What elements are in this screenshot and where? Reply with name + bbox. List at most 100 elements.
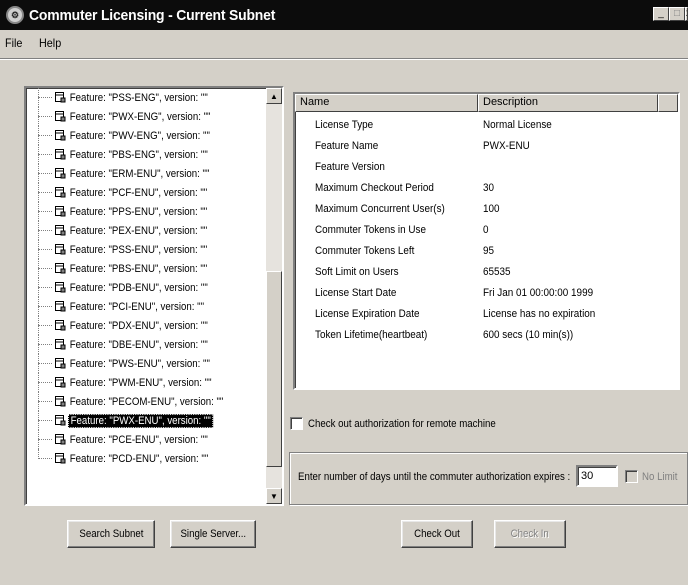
detail-value: 95 xyxy=(483,245,495,257)
detail-value: 0 xyxy=(483,224,489,236)
tree-item-label: Feature: "PCE-ENU", version: "" xyxy=(69,433,208,446)
detail-row[interactable]: Maximum Concurrent User(s) 100 xyxy=(295,200,675,221)
feature-icon xyxy=(54,148,66,160)
tree-item[interactable]: Feature: "ERM-ENU", version: "" xyxy=(26,164,266,183)
search-subnet-label: Search Subnet xyxy=(78,528,144,540)
check-in-label: Check In xyxy=(510,528,550,540)
tree-item[interactable]: Feature: "PBS-ENG", version: "" xyxy=(26,145,266,164)
detail-value: License has no expiration xyxy=(483,308,596,320)
detail-row[interactable]: Feature Name PWX-ENU xyxy=(295,137,675,158)
feature-icon xyxy=(54,281,66,293)
tree-item[interactable]: Feature: "PWX-ENU", version: "" xyxy=(26,411,266,430)
detail-value: 600 secs (10 min(s)) xyxy=(483,329,574,341)
feature-icon xyxy=(54,300,66,312)
feature-icon xyxy=(54,452,66,464)
no-limit-checkbox xyxy=(625,470,638,483)
expiry-days-label: Enter number of days until the commuter … xyxy=(298,471,571,483)
feature-icon xyxy=(54,129,66,141)
tree-item[interactable]: Feature: "PWM-ENU", version: "" xyxy=(26,373,266,392)
tree-item[interactable]: Feature: "PPS-ENU", version: "" xyxy=(26,202,266,221)
tree-item[interactable]: Feature: "PWS-ENU", version: "" xyxy=(26,354,266,373)
tree-item-label: Feature: "PSS-ENG", version: "" xyxy=(69,91,208,104)
detail-name: Token Lifetime(heartbeat) xyxy=(315,329,428,341)
menu-file[interactable]: File xyxy=(5,36,22,50)
tree-item[interactable]: Feature: "PCE-ENU", version: "" xyxy=(26,430,266,449)
tree-item-label: Feature: "PCD-ENU", version: "" xyxy=(69,452,209,465)
feature-icon xyxy=(54,224,66,236)
minimize-button[interactable]: _ xyxy=(653,7,669,21)
detail-row[interactable]: License Start Date Fri Jan 01 00:00:00 19… xyxy=(295,284,675,305)
remote-machine-checkbox[interactable] xyxy=(290,417,303,430)
tree-item[interactable]: Feature: "DBE-ENU", version: "" xyxy=(26,335,266,354)
detail-value: Fri Jan 01 00:00:00 1999 xyxy=(483,287,594,299)
tree-item-label: Feature: "PWX-ENG", version: "" xyxy=(69,110,211,123)
menu-divider xyxy=(0,58,688,60)
feature-icon xyxy=(54,243,66,255)
detail-name: Commuter Tokens in Use xyxy=(315,224,426,236)
tree-item[interactable]: Feature: "PDB-ENU", version: "" xyxy=(26,278,266,297)
check-out-button[interactable]: Check Out xyxy=(401,520,473,548)
detail-name: License Expiration Date xyxy=(315,308,420,320)
expiry-days-input[interactable]: 30 xyxy=(576,465,618,487)
tree-item[interactable]: Feature: "PWV-ENG", version: "" xyxy=(26,126,266,145)
menu-help[interactable]: Help xyxy=(39,36,61,50)
maximize-button[interactable]: □ xyxy=(669,7,685,21)
feature-tree[interactable]: Feature: "PSS-ENG", version: "" Feature: … xyxy=(24,86,284,506)
detail-row[interactable]: License Type Normal License xyxy=(295,116,675,137)
check-out-label: Check Out xyxy=(414,528,460,540)
tree-item-label: Feature: "PSS-ENU", version: "" xyxy=(69,243,208,256)
scroll-up-arrow-icon[interactable]: ▲ xyxy=(266,88,282,104)
tree-item[interactable]: Feature: "PSS-ENG", version: "" xyxy=(26,88,266,107)
detail-name: Maximum Concurrent User(s) xyxy=(315,203,445,215)
remote-machine-option[interactable]: Check out authorization for remote machi… xyxy=(290,417,521,430)
detail-row[interactable]: Commuter Tokens in Use 0 xyxy=(295,221,675,242)
feature-tree-list: Feature: "PSS-ENG", version: "" Feature: … xyxy=(26,88,266,504)
tree-scrollbar[interactable]: ▲ ▼ xyxy=(266,88,282,504)
feature-icon xyxy=(54,433,66,445)
tree-item-label: Feature: "PCF-ENU", version: "" xyxy=(69,186,208,199)
tree-item[interactable]: Feature: "PWX-ENG", version: "" xyxy=(26,107,266,126)
tree-item-label: Feature: "PECOM-ENU", version: "" xyxy=(69,395,224,408)
single-server-button[interactable]: Single Server... xyxy=(170,520,256,548)
feature-icon xyxy=(54,110,66,122)
detail-value: 65535 xyxy=(483,266,511,278)
check-in-button: Check In xyxy=(494,520,566,548)
detail-row[interactable]: Commuter Tokens Left 95 xyxy=(295,242,675,263)
tree-item[interactable]: Feature: "PBS-ENU", version: "" xyxy=(26,259,266,278)
feature-icon xyxy=(54,319,66,331)
tree-item-label: Feature: "PWX-ENU", version: "" xyxy=(68,413,214,428)
detail-row[interactable]: License Expiration Date License has no ex… xyxy=(295,305,675,326)
expiry-group: Enter number of days until the commuter … xyxy=(289,452,688,505)
feature-icon xyxy=(54,338,66,350)
tree-item[interactable]: Feature: "PCF-ENU", version: "" xyxy=(26,183,266,202)
tree-item[interactable]: Feature: "PECOM-ENU", version: "" xyxy=(26,392,266,411)
tree-item[interactable]: Feature: "PSS-ENU", version: "" xyxy=(26,240,266,259)
license-details-list[interactable]: Name Description License Type Normal Lice… xyxy=(293,92,680,390)
detail-value: 30 xyxy=(483,182,495,194)
tree-item[interactable]: Feature: "PEX-ENU", version: "" xyxy=(26,221,266,240)
column-header-description[interactable]: Description xyxy=(478,94,658,112)
detail-row[interactable]: Maximum Checkout Period 30 xyxy=(295,179,675,200)
tree-item-label: Feature: "PWM-ENU", version: "" xyxy=(69,376,212,389)
detail-row[interactable]: Soft Limit on Users 65535 xyxy=(295,263,675,284)
tree-item[interactable]: Feature: "PCI-ENU", version: "" xyxy=(26,297,266,316)
column-header-name[interactable]: Name xyxy=(295,94,478,112)
scroll-thumb[interactable] xyxy=(266,271,282,467)
tree-item-label: Feature: "PWV-ENG", version: "" xyxy=(69,129,210,142)
tree-item[interactable]: Feature: "PCD-ENU", version: "" xyxy=(26,449,266,468)
detail-row[interactable]: Feature Version xyxy=(295,158,675,179)
detail-name: License Start Date xyxy=(315,287,397,299)
detail-name: Commuter Tokens Left xyxy=(315,245,415,257)
no-limit-label: No Limit xyxy=(642,470,678,483)
tree-item-label: Feature: "PBS-ENG", version: "" xyxy=(69,148,208,161)
detail-name: License Type xyxy=(315,119,374,131)
feature-icon xyxy=(54,376,66,388)
detail-row[interactable]: Token Lifetime(heartbeat) 600 secs (10 mi… xyxy=(295,326,675,347)
feature-icon xyxy=(54,91,66,103)
tree-item[interactable]: Feature: "PDX-ENU", version: "" xyxy=(26,316,266,335)
scroll-down-arrow-icon[interactable]: ▼ xyxy=(266,488,282,504)
search-subnet-button[interactable]: Search Subnet xyxy=(67,520,155,548)
tree-item-label: Feature: "PEX-ENU", version: "" xyxy=(69,224,208,237)
detail-name: Soft Limit on Users xyxy=(315,266,399,278)
detail-value: 100 xyxy=(483,203,500,215)
